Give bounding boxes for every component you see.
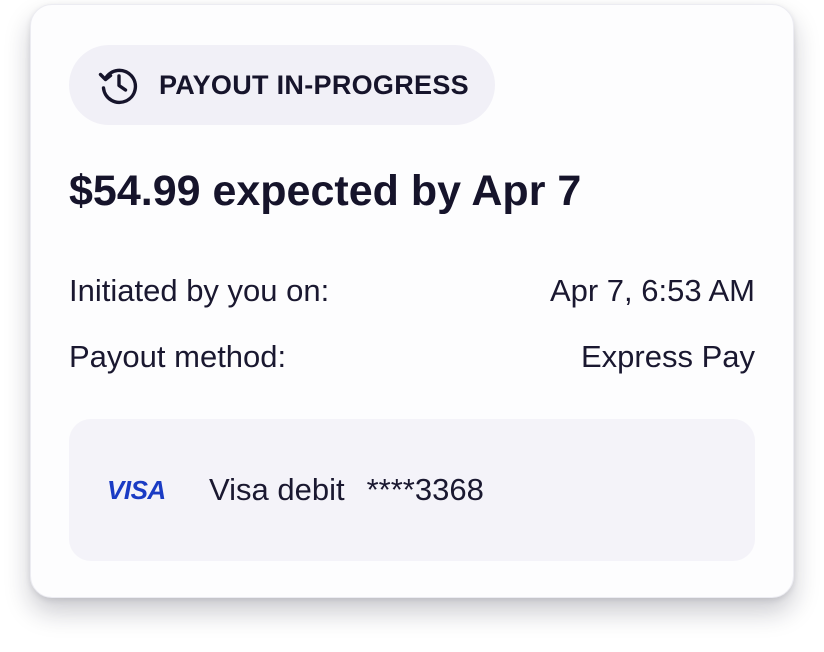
initiated-row: Initiated by you on: Apr 7, 6:53 AM — [69, 273, 755, 309]
payout-card: PAYOUT IN-PROGRESS $54.99 expected by Ap… — [30, 4, 794, 598]
payout-status-label: PAYOUT IN-PROGRESS — [159, 69, 469, 100]
payout-method-label: Payout method: — [69, 339, 287, 374]
payout-method-row: Payout method: Express Pay — [69, 339, 755, 375]
initiated-label: Initiated by you on: — [69, 273, 330, 308]
card-number: ****3368 — [366, 472, 484, 507]
history-icon — [97, 63, 141, 107]
card-name: Visa debit — [209, 472, 345, 507]
payout-status-badge: PAYOUT IN-PROGRESS — [69, 45, 495, 125]
initiated-value: Apr 7, 6:53 AM — [549, 273, 755, 308]
visa-logo-icon: VISA — [107, 477, 175, 503]
payout-method-value: Express Pay — [580, 339, 755, 374]
payout-amount-headline: $54.99 expected by Apr 7 — [69, 167, 582, 215]
visa-logo-text: VISA — [107, 477, 166, 503]
payment-card-box: VISA Visa debit ****3368 — [69, 419, 755, 561]
